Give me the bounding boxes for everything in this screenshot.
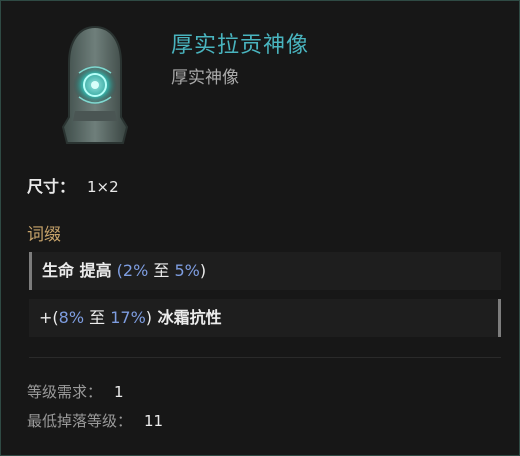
mod-range-max: 5% (174, 261, 200, 280)
divider (29, 357, 501, 358)
mod-stat: 冰霜抗性 (152, 308, 222, 327)
size-label: 尺寸： (27, 177, 76, 196)
affix-mod-life[interactable]: 生命 提高 (2% 至 5%) (29, 252, 501, 290)
mod-stat: 生命 提高 (42, 261, 112, 280)
drop-level-label: 最低掉落等级： (27, 412, 133, 430)
mod-range-to: 至 (84, 308, 111, 327)
level-req-label: 等级需求： (27, 383, 103, 401)
mod-range-min: 8% (58, 308, 85, 327)
drop-level-value: 11 (144, 412, 164, 430)
mod-range-min: 2% (122, 261, 149, 280)
item-base-type: 厚实神像 (171, 68, 239, 88)
item-size: 尺寸： 1×2 (27, 173, 119, 197)
idol-statue-icon (39, 11, 151, 149)
size-value: 1×2 (87, 178, 119, 196)
mod-range-close: ) (199, 261, 207, 280)
affix-header: 词缀 (27, 225, 61, 245)
item-tooltip-panel: 厚实拉贡神像 厚实神像 尺寸： 1×2 词缀 生命 提高 (2% 至 5%) +(… (0, 0, 520, 456)
mod-range-prefix: +( (39, 308, 59, 327)
affix-mod-cold-resist[interactable]: +(8% 至 17%) 冰霜抗性 (29, 299, 501, 337)
min-drop-level: 最低掉落等级： 11 (27, 410, 163, 431)
mod-range-to: 至 (148, 261, 175, 280)
level-req-value: 1 (114, 383, 124, 401)
item-name: 厚实拉贡神像 (171, 33, 310, 58)
level-requirement: 等级需求： 1 (27, 381, 124, 402)
mod-range-max: 17% (110, 308, 146, 327)
mod-range-open: ( (111, 261, 123, 280)
